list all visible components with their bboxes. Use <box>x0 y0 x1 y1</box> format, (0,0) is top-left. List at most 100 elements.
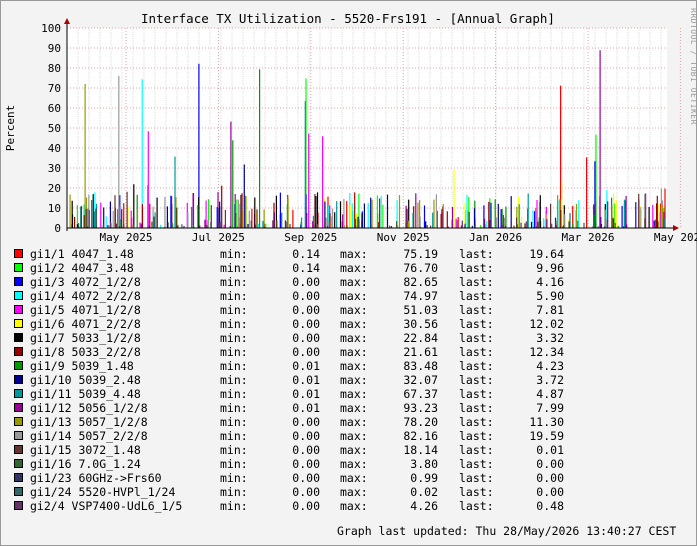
legend-swatch <box>14 249 23 258</box>
legend-last-label: last: <box>459 303 494 317</box>
legend-last-label: last: <box>459 247 494 261</box>
legend-series-name: gi1/24 5520-HVPl_1/24 <box>30 485 176 499</box>
legend-last-value: 3.32 <box>536 331 564 345</box>
legend-swatch <box>14 291 23 300</box>
legend-series-name: gi1/11 5039_4.48 <box>30 387 141 401</box>
legend-last-label: last: <box>459 387 494 401</box>
legend-max-value: 18.14 <box>403 443 438 457</box>
legend-row: gi1/8 5033_2/2/8 min: 0.00 max: 21.61 last: 12… <box>14 345 684 359</box>
legend-swatch <box>14 431 23 440</box>
legend-max-value: 0.02 <box>410 485 438 499</box>
legend-row: gi1/7 5033_1/2/8 min: 0.00 max: 22.84 last: 3.… <box>14 331 684 345</box>
legend-max-value: 4.26 <box>410 499 438 513</box>
legend-series-name: gi1/6 4071_2/2/8 <box>30 317 141 331</box>
legend-series-name: gi1/5 4071_1/2/8 <box>30 303 141 317</box>
legend-last-label: last: <box>459 331 494 345</box>
legend-row: gi2/4 VSP7400-UdL6_1/5 min: 0.00 max: 4.26 la… <box>14 499 684 513</box>
legend-last-label: last: <box>459 443 494 457</box>
legend-max-value: 22.84 <box>403 331 438 345</box>
legend-max-value: 78.20 <box>403 415 438 429</box>
legend-swatch <box>14 459 23 468</box>
legend-last-label: last: <box>459 401 494 415</box>
legend-last-value: 3.72 <box>536 373 564 387</box>
legend-row: gi1/12 5056_1/2/8 min: 0.01 max: 93.23 last: 7… <box>14 401 684 415</box>
legend-swatch <box>14 417 23 426</box>
y-tick-label: 70 <box>48 82 61 95</box>
legend-last-label: last: <box>459 289 494 303</box>
x-tick-label: May 2026 <box>654 231 697 244</box>
legend-last-value: 12.02 <box>529 317 564 331</box>
legend-last-value: 11.30 <box>529 415 564 429</box>
y-tick-label: 0 <box>54 222 61 235</box>
graph-last-updated: Graph last updated: Thu 28/May/2026 13:4… <box>337 524 677 538</box>
legend-max-value: 76.70 <box>403 261 438 275</box>
legend-swatch <box>14 305 23 314</box>
legend-last-value: 19.64 <box>529 247 564 261</box>
y-tick-label: 30 <box>48 162 61 175</box>
y-axis-arrow <box>64 18 70 24</box>
legend-row: gi1/24 5520-HVPl_1/24 min: 0.00 max: 0.02 las… <box>14 485 684 499</box>
legend-row: gi1/4 4072_2/2/8 min: 0.00 max: 74.97 last: 5.… <box>14 289 684 303</box>
legend-min-label: min: <box>220 387 248 401</box>
x-tick-label: Jul 2025 <box>192 231 245 244</box>
legend-row: gi1/10 5039_2.48 min: 0.01 max: 32.07 last: 3.… <box>14 373 684 387</box>
legend-max-value: 93.23 <box>403 401 438 415</box>
legend-max-value: 67.37 <box>403 387 438 401</box>
legend-series-name: gi1/1 4047_1.48 <box>30 247 134 261</box>
legend-min-value: 0.00 <box>292 485 320 499</box>
legend-last-value: 0.00 <box>536 471 564 485</box>
legend-min-label: min: <box>220 331 248 345</box>
legend-max-value: 83.48 <box>403 359 438 373</box>
legend-row: gi1/16 7.0G_1.24 min: 0.00 max: 3.80 last: 0.0… <box>14 457 684 471</box>
legend-swatch <box>14 445 23 454</box>
legend-row: gi1/13 5057_1/2/8 min: 0.00 max: 78.20 last: 1… <box>14 415 684 429</box>
legend-max-label: max: <box>340 387 368 401</box>
legend-last-label: last: <box>459 415 494 429</box>
legend-max-label: max: <box>340 457 368 471</box>
y-tick-label: 100 <box>41 22 61 35</box>
legend-min-label: min: <box>220 289 248 303</box>
legend-last-label: last: <box>459 457 494 471</box>
legend-row: gi1/5 4071_1/2/8 min: 0.00 max: 51.03 last: 7.… <box>14 303 684 317</box>
legend-last-value: 0.00 <box>536 457 564 471</box>
legend-swatch <box>14 319 23 328</box>
legend-max-label: max: <box>340 289 368 303</box>
legend-swatch <box>14 487 23 496</box>
legend-series-name: gi1/23 60GHz->Frs60 <box>30 471 162 485</box>
legend-min-value: 0.00 <box>292 457 320 471</box>
legend-series-name: gi1/3 4072_1/2/8 <box>30 275 141 289</box>
legend-min-value: 0.00 <box>292 317 320 331</box>
legend-row: gi1/15 3072_1.48 min: 0.00 max: 18.14 last: 0.… <box>14 443 684 457</box>
legend-last-value: 7.99 <box>536 401 564 415</box>
y-tick-label: 20 <box>48 182 61 195</box>
legend-swatch <box>14 277 23 286</box>
legend-series-name: gi2/4 VSP7400-UdL6_1/5 <box>30 499 183 513</box>
legend-min-label: min: <box>220 247 248 261</box>
legend-max-value: 32.07 <box>403 373 438 387</box>
legend-min-label: min: <box>220 373 248 387</box>
legend-min-value: 0.00 <box>292 345 320 359</box>
legend-last-label: last: <box>459 261 494 275</box>
y-tick-label: 40 <box>48 142 61 155</box>
legend-max-value: 74.97 <box>403 289 438 303</box>
legend-min-label: min: <box>220 303 248 317</box>
legend-last-value: 19.59 <box>529 429 564 443</box>
legend-last-label: last: <box>459 345 494 359</box>
legend-swatch <box>14 347 23 356</box>
legend-series-name: gi1/4 4072_2/2/8 <box>30 289 141 303</box>
legend-max-label: max: <box>340 429 368 443</box>
legend-min-label: min: <box>220 415 248 429</box>
legend-max-label: max: <box>340 345 368 359</box>
legend-last-label: last: <box>459 275 494 289</box>
legend-max-value: 21.61 <box>403 345 438 359</box>
legend-row: gi1/2 4047_3.48 min: 0.14 max: 76.70 last: 9.9… <box>14 261 684 275</box>
legend-min-label: min: <box>220 275 248 289</box>
legend-min-value: 0.01 <box>292 387 320 401</box>
legend-min-label: min: <box>220 485 248 499</box>
legend-swatch <box>14 501 23 510</box>
legend-max-label: max: <box>340 247 368 261</box>
watermark: RRDTOOL / TOBI OETIKER <box>689 8 697 125</box>
legend-row: gi1/14 5057_2/2/8 min: 0.00 max: 82.16 last: 1… <box>14 429 684 443</box>
x-tick-label: Jan 2026 <box>469 231 522 244</box>
legend-row: gi1/1 4047_1.48 min: 0.14 max: 75.19 last: 19.… <box>14 247 684 261</box>
